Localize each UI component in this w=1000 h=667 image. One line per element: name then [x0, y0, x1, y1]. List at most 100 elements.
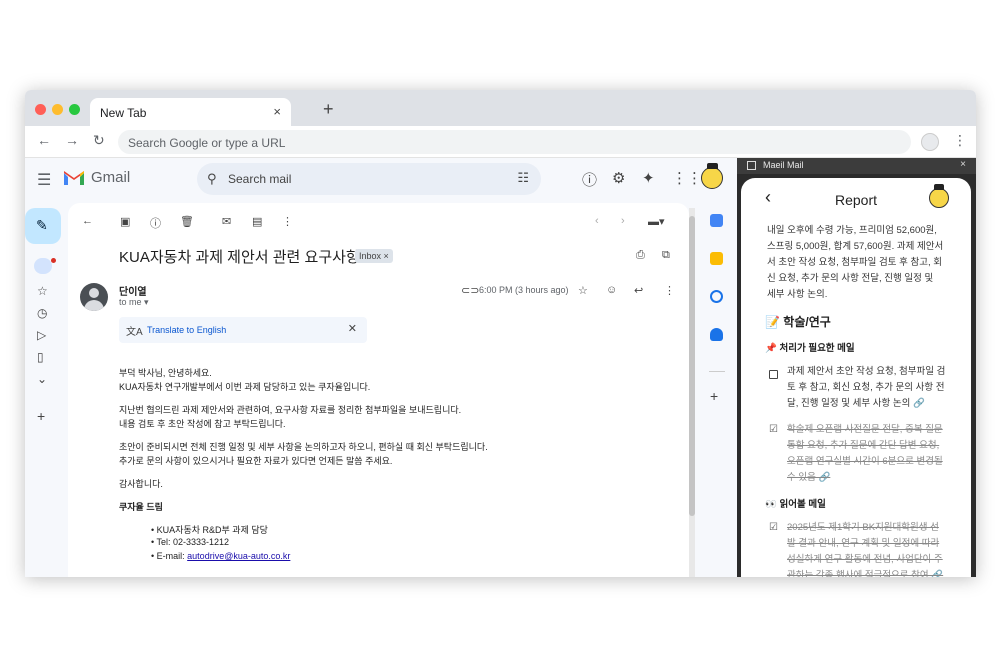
- open-new-window-icon[interactable]: ⧉: [662, 249, 670, 262]
- task-text-done[interactable]: 관하는 각종 행사에 적극적으로 참여 🔗: [787, 568, 943, 577]
- side-apps-panel: +: [697, 158, 737, 577]
- summary-line: 신 요청, 추가 문의 사항 전달, 진행 일정 및: [767, 273, 934, 284]
- close-window-button[interactable]: [35, 104, 46, 115]
- more-actions-icon[interactable]: ⋮: [282, 215, 293, 228]
- email-address-link[interactable]: autodrive@kua-auto.co.kr: [187, 551, 290, 561]
- address-bar-placeholder: Search Google or type a URL: [128, 136, 286, 150]
- translate-to-english-link[interactable]: Translate to English: [147, 325, 226, 335]
- message-view: ← ▣ ⓘ 🗑 ✉ ▤ ⋮ ‹ › ▬▾ KUA자동차 과제 제안서 관련 요구…: [68, 203, 689, 577]
- browser-toolbar: ← → ↻ Search Google or type a URL ⋮: [25, 126, 976, 158]
- email-subject: KUA자동차 과제 제안서 관련 요구사항: [119, 249, 360, 266]
- task-text-done: 오픈랩 연구실별 시간이 6분으로 변경될: [787, 456, 943, 467]
- close-icon[interactable]: ✕: [348, 322, 357, 335]
- tab-strip: New Tab × +: [25, 90, 976, 126]
- task-text-done: 성실하게 연구 활동에 전념, 사업단이 주: [787, 554, 943, 565]
- category-heading: 📝 학술/연구: [765, 315, 831, 329]
- task-checked-icon[interactable]: ☑: [769, 424, 778, 435]
- star-icon[interactable]: ☆: [578, 284, 588, 297]
- tab-title: New Tab: [100, 106, 147, 120]
- calendar-icon[interactable]: [710, 214, 723, 227]
- contacts-icon[interactable]: [710, 328, 723, 341]
- main-menu-icon[interactable]: ☰: [37, 170, 51, 190]
- sender-name[interactable]: 단이열: [119, 283, 147, 298]
- task-text-done: 학술제 오픈랩 사전질문 전달, 중복 질문: [787, 424, 943, 435]
- address-bar[interactable]: Search Google or type a URL: [118, 130, 911, 154]
- older-chevron-icon[interactable]: ›: [621, 215, 625, 227]
- search-icon[interactable]: ⚲: [207, 171, 217, 187]
- print-icon[interactable]: ⎙: [636, 249, 645, 262]
- unread-dot: [51, 258, 56, 263]
- delete-trash-icon[interactable]: 🗑: [180, 215, 194, 228]
- summary-line: 세부 사항 논의.: [767, 289, 828, 300]
- new-tab-button[interactable]: +: [323, 99, 334, 120]
- report-title: Report: [835, 192, 878, 208]
- archive-icon[interactable]: ▣: [120, 215, 130, 228]
- starred-icon[interactable]: ☆: [37, 284, 48, 298]
- task-text: 토 후 참고, 회신 요청, 추가 문의 사항 전: [787, 382, 945, 393]
- gmail-logo-icon: [64, 171, 84, 185]
- body-line: 부덕 박사님, 안녕하세요.: [119, 368, 212, 378]
- newer-chevron-icon[interactable]: ‹: [595, 215, 599, 227]
- forward-arrow-icon[interactable]: →: [65, 132, 79, 148]
- report-spam-icon[interactable]: ⓘ: [150, 215, 161, 231]
- body-line: 감사합니다.: [119, 479, 163, 489]
- reply-icon[interactable]: ↩: [634, 284, 643, 297]
- inbox-label-chip[interactable]: Inbox ×: [355, 249, 393, 263]
- task-text[interactable]: 달, 진행 일정 및 세부 사항 논의 🔗: [787, 396, 925, 412]
- back-arrow-icon[interactable]: ←: [37, 132, 51, 148]
- reload-icon[interactable]: ↻: [93, 132, 105, 149]
- profile-avatar[interactable]: [921, 133, 939, 151]
- browser-menu-icon[interactable]: ⋮: [953, 132, 967, 149]
- extension-header: Maeil Mail ×: [737, 158, 976, 174]
- minimize-window-button[interactable]: [52, 104, 63, 115]
- sender-avatar: [80, 283, 108, 311]
- settings-gear-icon[interactable]: ⚙: [612, 169, 625, 187]
- body-line: 내용 검토 후 초안 작성에 참고 부탁드립니다.: [119, 419, 286, 429]
- body-line: 지난번 협의드린 과제 제안서와 관련하여, 요구사항 자료를 정리한 첨부파일…: [119, 405, 462, 415]
- body-line: 추가로 문의 사항이 있으시거나 필요한 자료가 있다면 언제든 말씀 주세요.: [119, 456, 393, 466]
- tab-new-tab[interactable]: New Tab ×: [90, 98, 291, 126]
- action-required-heading: 📌 처리가 필요한 메일: [765, 343, 855, 354]
- drafts-icon[interactable]: ▯: [37, 350, 44, 364]
- close-panel-icon[interactable]: ×: [960, 159, 966, 170]
- close-tab-icon[interactable]: ×: [273, 104, 281, 119]
- mark-unread-icon[interactable]: ✉: [222, 215, 231, 228]
- scrollbar-thumb[interactable]: [689, 216, 695, 516]
- report-panel: ‹ Report 내일 오후에 수령 가능, 프리미엄 52,600원, 스프링…: [741, 178, 971, 577]
- recipient-details[interactable]: to me ▾: [119, 297, 149, 308]
- back-to-inbox-icon[interactable]: ←: [82, 215, 93, 227]
- summary-line: 서 초안 작성 요청, 첨부파일 검토 후 참고, 회: [767, 257, 942, 268]
- extension-logo-icon: [747, 161, 756, 170]
- tasks-icon[interactable]: [710, 290, 723, 303]
- search-mail-box[interactable]: ⚲ Search mail ☷: [197, 163, 541, 195]
- help-icon[interactable]: ⓘ: [582, 169, 597, 190]
- keep-icon[interactable]: [710, 252, 723, 265]
- summary-line: 내일 오후에 수령 가능, 프리미엄 52,600원,: [767, 225, 937, 236]
- task-text-done[interactable]: 수 있음 🔗: [787, 470, 830, 486]
- search-input[interactable]: Search mail: [228, 172, 291, 186]
- translate-banner: 文A Translate to English ✕: [119, 317, 367, 343]
- snoozed-clock-icon[interactable]: ◷: [37, 306, 47, 320]
- get-addons-plus-icon[interactable]: +: [710, 388, 718, 404]
- extension-name: Maeil Mail: [763, 160, 804, 170]
- move-to-icon[interactable]: ▤: [252, 215, 262, 228]
- read-later-heading: 👀 읽어볼 메일: [765, 499, 826, 510]
- inbox-icon[interactable]: [34, 258, 56, 274]
- message-more-icon[interactable]: ⋮: [664, 284, 675, 297]
- more-chevron-icon[interactable]: ⌄: [37, 372, 47, 386]
- task-checkbox[interactable]: [769, 370, 778, 379]
- task-checked-icon[interactable]: ☑: [769, 522, 778, 533]
- browser-window: New Tab × + ← → ↻ Search Google or type …: [25, 90, 976, 577]
- signature-name: 쿠자율 드림: [119, 502, 163, 512]
- task-text-done: 발 결과 안내, 연구 계획 및 일정에 따라: [787, 538, 940, 549]
- back-chevron-icon[interactable]: ‹: [765, 187, 771, 208]
- keyboard-icon[interactable]: ▬▾: [648, 215, 665, 228]
- emoji-react-icon[interactable]: ☺: [606, 284, 617, 296]
- maximize-window-button[interactable]: [69, 104, 80, 115]
- gemini-sparkle-icon[interactable]: ✦: [642, 169, 655, 187]
- compose-button[interactable]: ✎: [25, 208, 61, 244]
- owl-avatar-icon: [929, 184, 949, 208]
- sent-icon[interactable]: ▷: [37, 328, 46, 342]
- search-options-icon[interactable]: ☷: [517, 170, 529, 186]
- create-label-plus-icon[interactable]: +: [37, 408, 45, 424]
